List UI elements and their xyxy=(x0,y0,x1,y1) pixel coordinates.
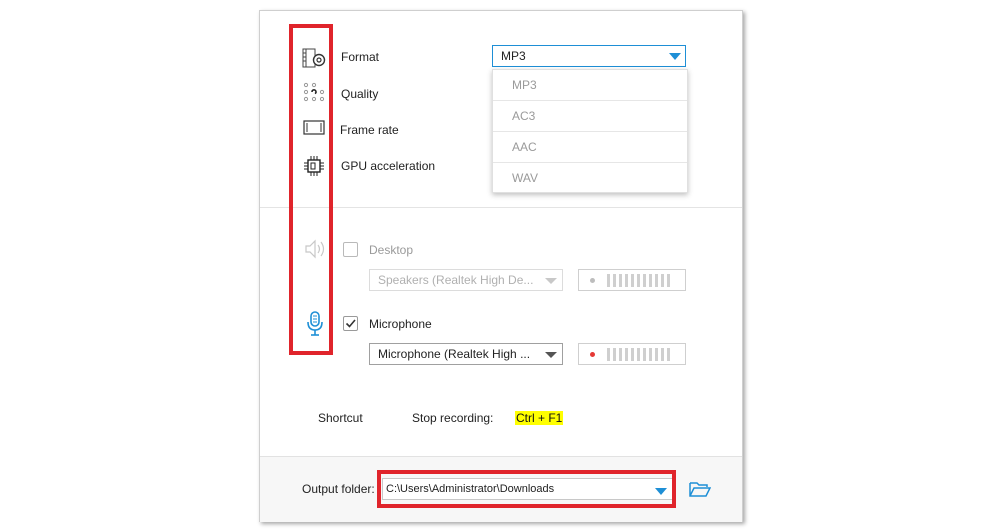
format-option[interactable]: MP3 xyxy=(493,70,687,101)
desktop-level-meter xyxy=(578,269,686,291)
level-bars xyxy=(607,274,670,287)
desktop-device-value: Speakers (Realtek High De... xyxy=(378,273,534,287)
microphone-icon[interactable] xyxy=(305,311,325,337)
speaker-icon xyxy=(303,237,327,261)
desktop-label: Desktop xyxy=(369,243,414,257)
level-dot xyxy=(590,278,595,283)
film-frame-icon xyxy=(303,119,325,137)
chevron-down-icon[interactable] xyxy=(669,53,681,60)
format-label: Format xyxy=(341,50,380,64)
microphone-device-select[interactable]: Microphone (Realtek High ... xyxy=(369,343,563,365)
desktop-device-select[interactable]: Speakers (Realtek High De... xyxy=(369,269,563,291)
section-divider xyxy=(260,207,742,208)
shortcut-label: Shortcut xyxy=(318,411,363,425)
output-path-value: C:\Users\Administrator\Downloads xyxy=(386,483,555,495)
chevron-down-icon[interactable] xyxy=(655,488,667,495)
format-dropdown-list: MP3 AC3 AAC WAV xyxy=(492,69,688,193)
quality-dots-icon xyxy=(302,81,326,103)
shortcut-keys-text: Ctrl + F1 xyxy=(515,411,564,425)
microphone-level-meter xyxy=(578,343,686,365)
format-option[interactable]: WAV xyxy=(493,163,687,194)
desktop-checkbox[interactable] xyxy=(343,242,358,257)
output-folder-label: Output folder: xyxy=(302,482,375,496)
folder-open-icon[interactable] xyxy=(689,480,711,498)
recording-settings-panel: Format Quality Frame rate GPU accelerati… xyxy=(259,10,743,522)
level-dot xyxy=(590,352,595,357)
chip-icon xyxy=(303,155,325,177)
format-option[interactable]: AAC xyxy=(493,132,687,163)
microphone-checkbox[interactable] xyxy=(343,316,358,331)
check-icon xyxy=(345,319,356,328)
format-option[interactable]: AC3 xyxy=(493,101,687,132)
microphone-label: Microphone xyxy=(369,317,432,331)
stop-recording-label: Stop recording: xyxy=(412,411,494,425)
gpu-acceleration-label: GPU acceleration xyxy=(341,159,436,173)
video-settings-icon xyxy=(302,47,328,69)
level-bars xyxy=(607,348,670,361)
quality-label: Quality xyxy=(341,87,379,101)
microphone-device-value: Microphone (Realtek High ... xyxy=(378,347,531,361)
format-select[interactable]: MP3 xyxy=(492,45,686,67)
shortcut-keys[interactable]: Ctrl + F1 xyxy=(515,411,564,425)
format-selected-value: MP3 xyxy=(501,49,526,63)
frame-rate-label: Frame rate xyxy=(340,123,399,137)
chevron-down-icon[interactable] xyxy=(545,352,557,358)
chevron-down-icon[interactable] xyxy=(545,278,557,284)
output-folder-path[interactable]: C:\Users\Administrator\Downloads xyxy=(382,478,674,500)
